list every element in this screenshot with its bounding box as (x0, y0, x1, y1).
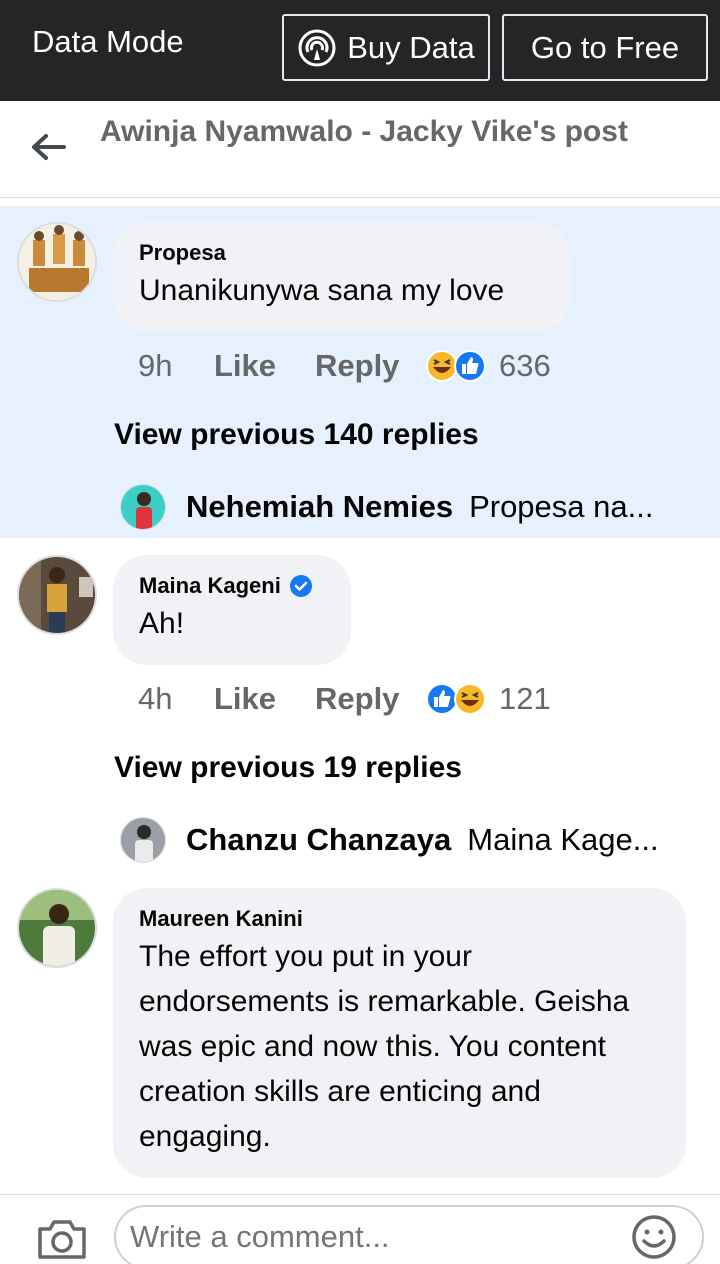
reply-button[interactable]: Reply (315, 348, 425, 384)
go-to-free-button[interactable]: Go to Free (502, 14, 708, 81)
avatar (120, 817, 166, 863)
back-arrow-icon[interactable] (28, 127, 68, 167)
verified-badge-icon (289, 575, 312, 597)
camera-icon[interactable] (36, 1217, 88, 1261)
comment-text: Ah! (139, 607, 185, 640)
page-title: Awinja Nyamwalo - Jacky Vike's post (100, 115, 628, 148)
avatar-image (19, 890, 95, 966)
reply-author: Nehemiah Nemies (186, 489, 454, 524)
comment-text: The effort you put in your endorsements … (139, 940, 630, 1153)
reaction-icons[interactable] (425, 349, 487, 383)
reply-text: Propesa na... (469, 489, 654, 524)
haha-icon (454, 683, 486, 715)
view-previous-replies-link[interactable]: View previous 19 replies (114, 751, 462, 785)
avatar[interactable] (17, 888, 97, 968)
comment-thread: Propesa Unanikunywa sana my love 9h Like… (0, 206, 720, 538)
reaction-count: 636 (499, 348, 551, 383)
like-button[interactable]: Like (214, 348, 315, 384)
reply-preview[interactable]: Chanzu Chanzaya Maina Kage... (120, 817, 680, 863)
avatar-image (19, 557, 95, 633)
comment-author-name: Maureen Kanini (139, 906, 303, 931)
comment-text: Unanikunywa sana my love (139, 274, 505, 307)
avatar[interactable] (17, 222, 97, 302)
emoji-icon[interactable] (630, 1213, 678, 1261)
comment-author[interactable]: Maina Kageni (139, 573, 325, 599)
comment-bubble[interactable]: Propesa Unanikunywa sana my love (113, 222, 570, 332)
comment-author[interactable]: Propesa (139, 240, 544, 266)
comment-thread: Maureen Kanini The effort you put in you… (0, 878, 720, 1194)
comment-composer (0, 1194, 720, 1264)
reply-author: Chanzu Chanzaya (186, 822, 452, 857)
buy-data-button[interactable]: Buy Data (282, 14, 490, 81)
avatar (120, 484, 166, 530)
data-mode-bar: Data Mode Buy Data Go to Free (0, 0, 720, 101)
view-previous-replies-link[interactable]: View previous 140 replies (114, 418, 479, 452)
comment-thread: Maina Kageni Ah! 4h Like Reply 121 View … (0, 538, 720, 878)
reaction-icons[interactable] (425, 682, 487, 716)
broadcast-icon (298, 29, 336, 66)
comment-bubble[interactable]: Maureen Kanini The effort you put in you… (113, 888, 686, 1178)
reply-preview[interactable]: Nehemiah Nemies Propesa na... (120, 484, 680, 530)
comment-actions: 4h Like Reply 121 (138, 681, 551, 717)
comment-author-name: Propesa (139, 240, 226, 265)
buy-data-label: Buy Data (347, 29, 475, 65)
avatar[interactable] (17, 555, 97, 635)
data-mode-label: Data Mode (32, 24, 184, 59)
comment-author[interactable]: Maureen Kanini (139, 906, 660, 932)
like-button[interactable]: Like (214, 681, 315, 717)
comment-time: 4h (138, 681, 173, 716)
go-to-free-label: Go to Free (530, 29, 680, 65)
like-icon (454, 350, 486, 382)
reaction-count: 121 (499, 681, 551, 716)
reply-button[interactable]: Reply (315, 681, 425, 717)
reply-text: Maina Kage... (467, 822, 659, 857)
comment-bubble[interactable]: Maina Kageni Ah! (113, 555, 351, 665)
avatar-image (19, 224, 95, 300)
comment-author-name: Maina Kageni (139, 573, 281, 598)
comment-time: 9h (138, 348, 173, 383)
post-header: Awinja Nyamwalo - Jacky Vike's post (0, 101, 720, 198)
comment-input[interactable] (114, 1205, 704, 1264)
comment-actions: 9h Like Reply 636 (138, 348, 551, 384)
